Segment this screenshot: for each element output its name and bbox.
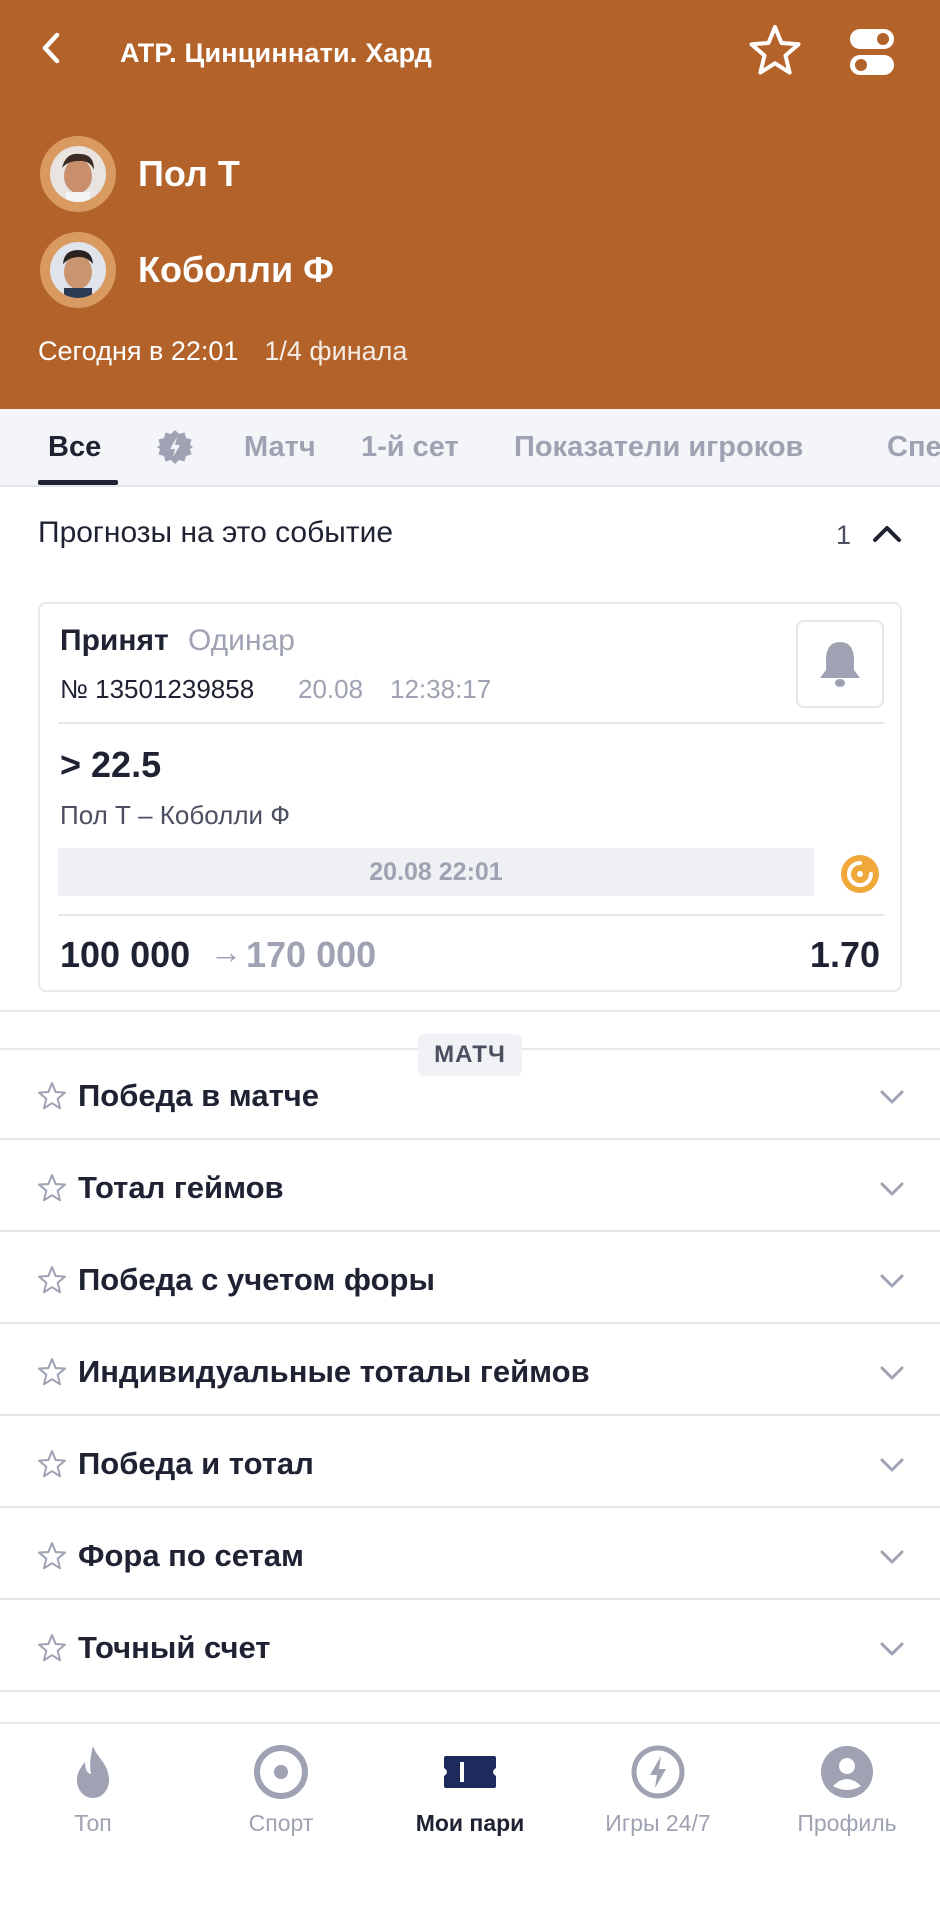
- nav-games[interactable]: Игры 24/7: [573, 1742, 743, 1852]
- market-label: Фора по сетам: [78, 1538, 304, 1573]
- market-label: Победа и тотал: [78, 1446, 314, 1481]
- star-outline-icon[interactable]: [36, 1448, 68, 1480]
- star-outline-icon[interactable]: [36, 1264, 68, 1296]
- bet-date: 20.08: [298, 674, 364, 704]
- nav-my-bets[interactable]: Мои пари: [385, 1742, 555, 1852]
- gear-icon: [157, 430, 193, 464]
- chevron-down-icon: [880, 1090, 904, 1104]
- forecasts-count: 1: [836, 520, 852, 550]
- start-time: Сегодня в 22:01: [38, 336, 239, 366]
- divider: [58, 722, 884, 724]
- bell-icon: [820, 642, 860, 687]
- tab-special[interactable]: Спе: [887, 431, 940, 464]
- profile-icon: [821, 1746, 873, 1798]
- bet-number: № 13501239858: [60, 674, 255, 704]
- flame-icon: [77, 1746, 109, 1798]
- player-photo-icon: [50, 242, 106, 298]
- chevron-down-icon: [880, 1182, 904, 1196]
- market-label: Победа с учетом форы: [78, 1262, 435, 1297]
- favorite-button[interactable]: [746, 22, 804, 80]
- active-tab-indicator: [38, 480, 118, 485]
- avatar: [40, 136, 116, 212]
- star-outline-icon[interactable]: [36, 1540, 68, 1572]
- market-row[interactable]: Тотал геймов: [0, 1142, 940, 1232]
- divider: [0, 1010, 940, 1012]
- nav-profile[interactable]: Профиль: [762, 1742, 932, 1852]
- round-label: 1/4 финала: [264, 336, 408, 366]
- market-row[interactable]: Фора по сетам: [0, 1510, 940, 1600]
- tab-all[interactable]: Все: [48, 431, 101, 464]
- tab-match[interactable]: Матч: [244, 431, 316, 464]
- bet-status: Принят: [60, 624, 169, 657]
- player-name: Пол Т: [138, 153, 240, 194]
- collapse-forecasts-button[interactable]: [870, 516, 904, 550]
- player-row-2[interactable]: Коболли Ф: [40, 232, 334, 308]
- chevron-up-icon: [873, 526, 901, 542]
- market-label: Тотал геймов: [78, 1170, 284, 1205]
- notify-button[interactable]: [796, 620, 884, 708]
- bet-outcome: > 22.5: [60, 744, 162, 785]
- lightning-icon: [631, 1745, 685, 1799]
- bet-potential-win: 170 000: [246, 934, 377, 975]
- bottom-navigation: Топ Спорт Мои пари Игры 24/7 Профиль: [0, 1722, 940, 1920]
- star-outline-icon[interactable]: [36, 1172, 68, 1204]
- bet-event-time: 20.08 22:01: [58, 848, 814, 896]
- player-name: Коболли Ф: [138, 249, 334, 290]
- market-row[interactable]: Победа в матче: [0, 1050, 940, 1140]
- market-label: Победа в матче: [78, 1078, 319, 1113]
- toggle-icon: [850, 29, 894, 75]
- market-row[interactable]: Победа и тотал: [0, 1418, 940, 1508]
- market-tabs: Все Матч 1-й сет Показатели игроков Спе: [0, 409, 940, 487]
- player-photo-icon: [50, 146, 106, 202]
- chevron-down-icon: [880, 1550, 904, 1564]
- star-outline-icon[interactable]: [36, 1356, 68, 1388]
- bet-card[interactable]: Принят Одинар № 13501239858 20.08 12:38:…: [38, 602, 902, 992]
- bet-odds: 1.70: [809, 934, 880, 975]
- tab-settings[interactable]: [156, 428, 194, 466]
- forecasts-title: Прогнозы на это событие: [38, 516, 394, 549]
- chevron-down-icon: [880, 1458, 904, 1472]
- chevron-down-icon: [880, 1274, 904, 1288]
- market-row[interactable]: Победа с учетом форы: [0, 1234, 940, 1324]
- chevron-left-icon: [42, 32, 60, 64]
- arrow-right-icon: →: [210, 934, 242, 970]
- nav-sport[interactable]: Спорт: [196, 1742, 366, 1852]
- player-row-1[interactable]: Пол Т: [40, 136, 240, 212]
- chevron-down-icon: [880, 1642, 904, 1656]
- chevron-down-icon: [880, 1366, 904, 1380]
- market-row[interactable]: Индивидуальные тоталы геймов: [0, 1326, 940, 1416]
- bet-time: 12:38:17: [390, 674, 492, 704]
- sport-target-icon: [254, 1745, 308, 1799]
- bet-type: Одинар: [188, 624, 295, 657]
- tab-player-stats[interactable]: Показатели игроков: [514, 431, 803, 464]
- clock-progress-icon: [841, 855, 879, 893]
- avatar: [40, 232, 116, 308]
- event-meta: Сегодня в 22:01 1/4 финала: [38, 336, 407, 367]
- tournament-title: ATP. Цинциннати. Хард: [120, 38, 432, 68]
- market-label: Точный счет: [78, 1630, 271, 1665]
- bet-stake: 100 000: [60, 934, 191, 975]
- market-label: Индивидуальные тоталы геймов: [78, 1354, 590, 1389]
- star-icon: [749, 25, 801, 75]
- event-header: ATP. Цинциннати. Хард Пол Т Коболли Ф Се…: [0, 0, 940, 409]
- ticket-icon: [444, 1756, 496, 1788]
- nav-top[interactable]: Топ: [8, 1742, 178, 1852]
- back-button[interactable]: [30, 28, 70, 68]
- divider: [58, 914, 884, 916]
- star-outline-icon[interactable]: [36, 1080, 68, 1112]
- tab-first-set[interactable]: 1-й сет: [361, 431, 459, 464]
- market-row[interactable]: Точный счет: [0, 1602, 940, 1692]
- star-outline-icon[interactable]: [36, 1632, 68, 1664]
- pending-status-icon: [840, 854, 880, 894]
- settings-toggle-button[interactable]: [848, 26, 896, 78]
- bet-event-name: Пол Т – Коболли Ф: [60, 800, 291, 830]
